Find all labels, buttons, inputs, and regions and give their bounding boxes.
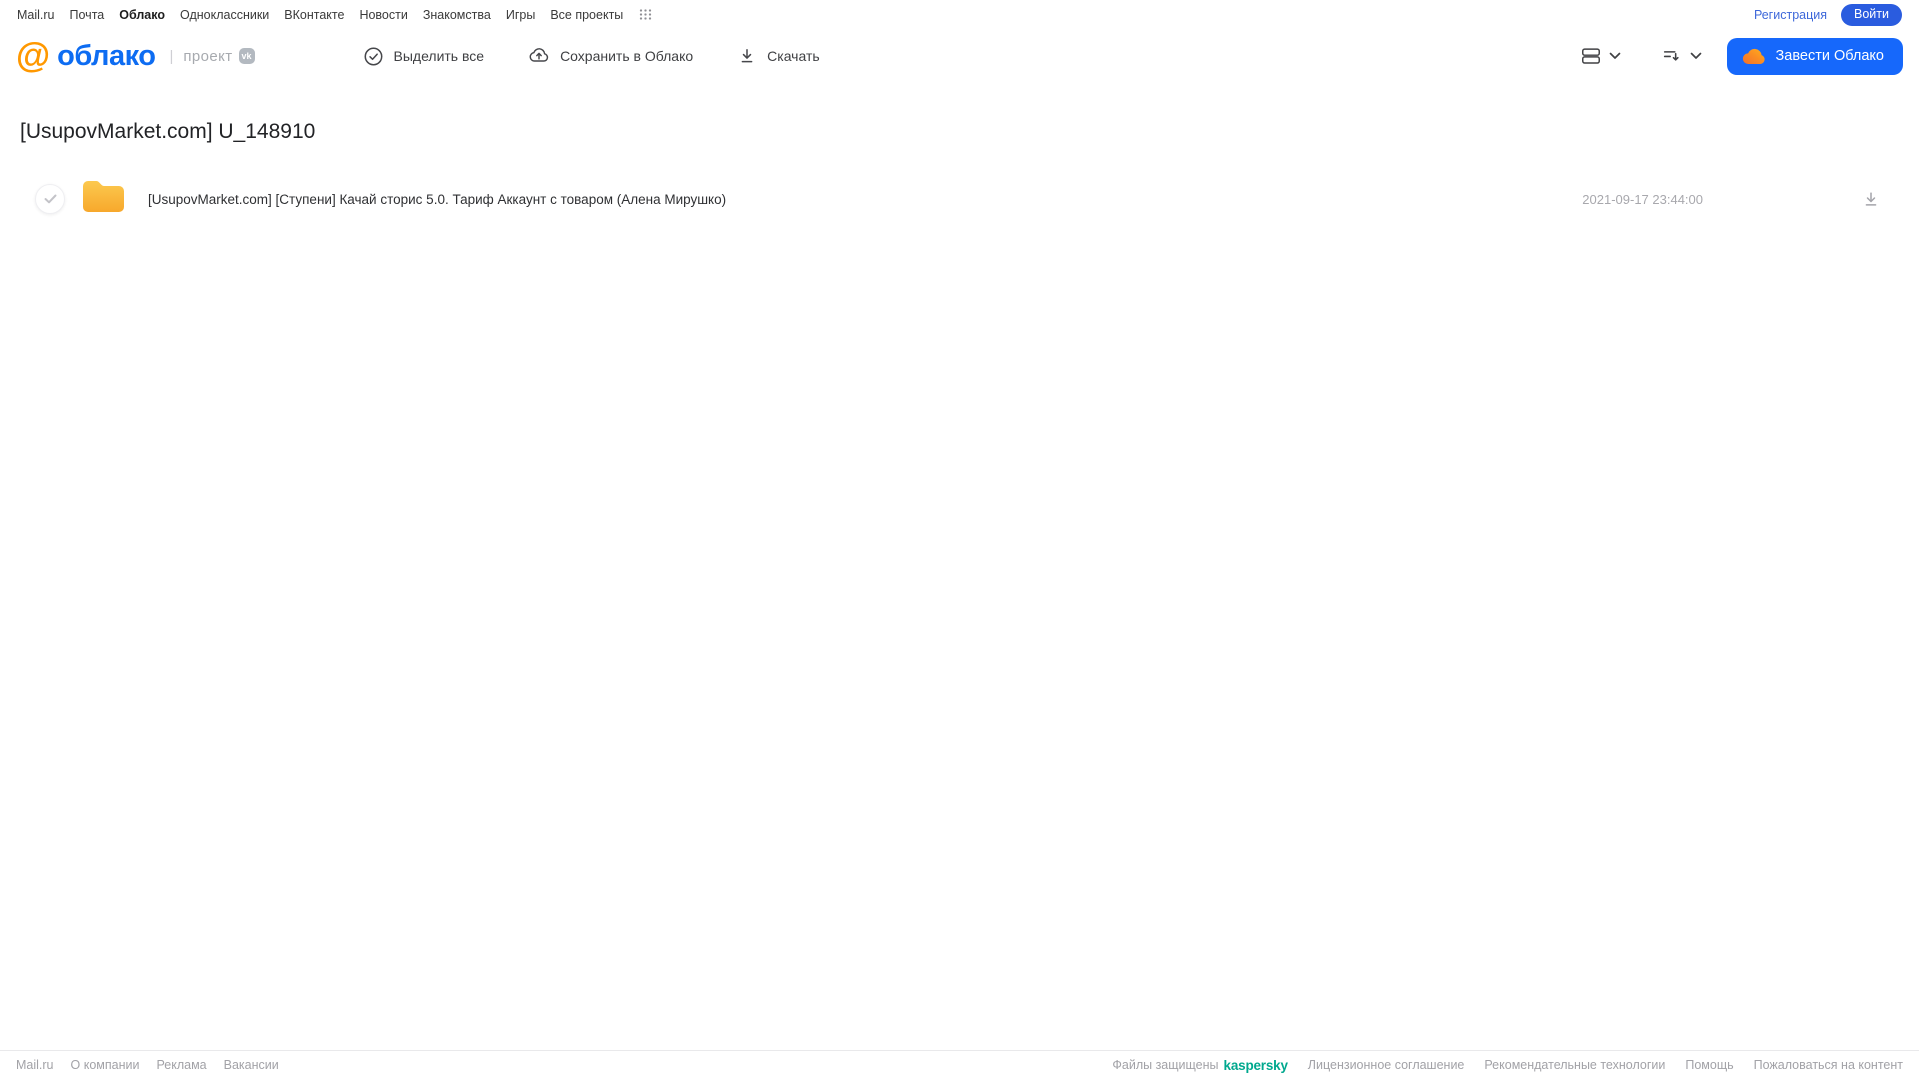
file-row[interactable]: [UsupovMarket.com] [Ступени] Качай стори… xyxy=(20,175,1899,223)
portal-topbar: Mail.ru Почта Облако Одноклассники ВКонт… xyxy=(0,0,1919,27)
login-button[interactable]: Войти xyxy=(1841,3,1902,26)
cloud-icon xyxy=(1742,47,1766,65)
register-link[interactable]: Регистрация xyxy=(1754,8,1827,22)
file-toolbar: Выделить все Сохранить в Облако Скачать xyxy=(363,45,820,67)
nav-znakomstva[interactable]: Знакомства xyxy=(423,8,491,22)
footer-right-links: Файлы защищены kaspersky Лицензионное со… xyxy=(1112,1058,1903,1073)
save-to-cloud-label: Сохранить в Облако xyxy=(560,48,694,64)
vk-badge-icon: vk xyxy=(238,48,255,64)
project-label: проект xyxy=(183,47,233,65)
footer-ads-link[interactable]: Реклама xyxy=(156,1058,206,1072)
nav-pochta[interactable]: Почта xyxy=(70,8,105,22)
footer: Mail.ru О компании Реклама Вакансии Файл… xyxy=(0,1050,1919,1079)
download-icon xyxy=(737,46,757,66)
footer-recommendations-link[interactable]: Рекомендательные технологии xyxy=(1484,1058,1665,1072)
list-view-icon xyxy=(1580,45,1602,67)
sort-control[interactable] xyxy=(1661,45,1702,67)
footer-jobs-link[interactable]: Вакансии xyxy=(224,1058,279,1072)
file-modified-date: 2021-09-17 23:44:00 xyxy=(1582,191,1703,207)
file-name[interactable]: [UsupovMarket.com] [Ступени] Качай стори… xyxy=(148,192,1582,207)
chevron-down-icon xyxy=(1609,52,1621,60)
download-button[interactable]: Скачать xyxy=(737,46,820,66)
nav-odnoklassniki[interactable]: Одноклассники xyxy=(180,8,269,22)
page-title: [UsupovMarket.com] U_148910 xyxy=(20,120,316,143)
nav-mailru[interactable]: Mail.ru xyxy=(17,8,55,22)
appbar-right-controls: Завести Облако xyxy=(1580,37,1903,75)
nav-vkontakte[interactable]: ВКонтакте xyxy=(284,8,344,22)
check-circle-icon xyxy=(363,46,384,67)
shared-folder-page: [UsupovMarket.com] U_148910 [UsupovMarke… xyxy=(0,85,1919,1050)
footer-license-link[interactable]: Лицензионное соглашение xyxy=(1308,1058,1465,1072)
folder-icon xyxy=(81,177,126,221)
logo-divider: | xyxy=(169,47,174,65)
logo-wordmark: облако xyxy=(57,39,156,72)
footer-mailru-link[interactable]: Mail.ru xyxy=(16,1058,54,1072)
nav-novosti[interactable]: Новости xyxy=(359,8,407,22)
kaspersky-logo[interactable]: kaspersky xyxy=(1224,1058,1288,1073)
nav-igry[interactable]: Игры xyxy=(506,8,535,22)
protected-label: Файлы защищены xyxy=(1112,1058,1219,1072)
footer-about-link[interactable]: О компании xyxy=(71,1058,140,1072)
appbar: @ облако | проект vk Выделить все Сохран… xyxy=(0,27,1919,85)
nav-vse-proekty[interactable]: Все проекты xyxy=(550,8,623,22)
check-icon xyxy=(44,194,56,204)
cloud-logo[interactable]: @ облако | проект vk xyxy=(16,35,255,75)
row-checkbox[interactable] xyxy=(35,184,65,214)
mailru-at-icon: @ xyxy=(16,35,51,75)
nav-oblako[interactable]: Облако xyxy=(119,8,165,22)
row-download-button[interactable] xyxy=(1861,189,1881,209)
kaspersky-protected: Файлы защищены kaspersky xyxy=(1112,1058,1288,1073)
view-mode-control[interactable] xyxy=(1580,45,1621,67)
sort-icon xyxy=(1661,45,1683,67)
select-all-button[interactable]: Выделить все xyxy=(363,46,485,67)
portal-nav: Mail.ru Почта Облако Одноклассники ВКонт… xyxy=(17,8,652,22)
get-cloud-label: Завести Облако xyxy=(1775,48,1884,64)
footer-help-link[interactable]: Помощь xyxy=(1685,1058,1733,1072)
footer-left-links: Mail.ru О компании Реклама Вакансии xyxy=(16,1058,279,1072)
select-all-label: Выделить все xyxy=(393,48,485,64)
get-cloud-button[interactable]: Завести Облако xyxy=(1726,37,1903,75)
save-to-cloud-button[interactable]: Сохранить в Облако xyxy=(528,45,693,67)
download-label: Скачать xyxy=(767,48,820,64)
footer-report-link[interactable]: Пожаловаться на контент xyxy=(1754,1058,1903,1072)
chevron-down-icon xyxy=(1690,52,1702,60)
cloud-upload-icon xyxy=(528,45,550,67)
projects-grid-icon[interactable] xyxy=(639,8,652,21)
auth-area: Регистрация Войти xyxy=(1754,3,1902,26)
download-icon xyxy=(1865,192,1877,206)
